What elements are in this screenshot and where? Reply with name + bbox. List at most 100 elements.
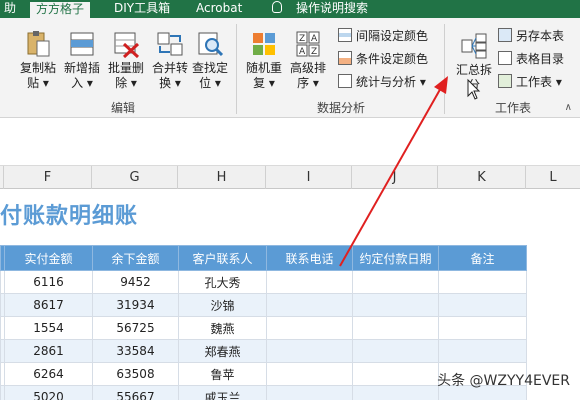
delete-grid-icon xyxy=(112,30,140,59)
table-cell[interactable]: 6264 xyxy=(4,362,93,386)
tab-fangfanggezi[interactable]: 方方格子 xyxy=(30,0,91,18)
worksheet-label: 工作表 ▾ xyxy=(516,75,562,89)
table-cell[interactable] xyxy=(438,293,527,317)
table-header-row: 实付金额 余下金额 客户联系人 联系电话 约定付款日期 备注 xyxy=(0,245,527,271)
table-cell[interactable] xyxy=(438,316,527,340)
table-directory-icon xyxy=(498,51,512,65)
merge-convert-label: 合并转 xyxy=(151,61,188,75)
table-cell[interactable] xyxy=(352,316,439,340)
table-row: 6116 9452 孔大秀 xyxy=(0,270,527,294)
table-row: 1554 56725 魏燕 xyxy=(0,316,527,340)
column-header[interactable]: L xyxy=(526,166,580,189)
table-cell[interactable]: 31934 xyxy=(92,293,179,317)
summary-split-button[interactable]: 汇总拆 分 xyxy=(452,32,496,93)
interval-color-label: 间隔设定颜色 xyxy=(356,29,429,43)
insert-button[interactable]: 新增插 入 ▾ xyxy=(60,30,104,91)
insert-label-2: 入 ▾ xyxy=(71,76,93,90)
tab-diy-toolbox[interactable]: DIY工具箱 xyxy=(114,0,170,18)
table-cell[interactable]: 孔大秀 xyxy=(178,270,267,294)
table-cell[interactable]: 沙锦 xyxy=(178,293,267,317)
table-cell[interactable]: 戚玉兰 xyxy=(178,385,267,400)
table-directory-label: 表格目录 xyxy=(516,52,565,66)
table-cell[interactable] xyxy=(266,362,353,386)
tab-search[interactable]: 操作说明搜索 xyxy=(296,0,368,18)
table-cell[interactable] xyxy=(352,270,439,294)
svg-text:Z: Z xyxy=(311,47,317,57)
table-cell[interactable] xyxy=(266,316,353,340)
condition-color-button[interactable]: 条件设定颜色 xyxy=(338,49,428,69)
table-cell[interactable] xyxy=(352,339,439,363)
tab-acrobat[interactable]: Acrobat xyxy=(196,0,242,18)
table-cell[interactable]: 6116 xyxy=(4,270,93,294)
edit-group-label: 编辑 xyxy=(110,101,135,115)
table-cell[interactable]: 1554 xyxy=(4,316,93,340)
sheet-title: 付账款明细账 xyxy=(0,204,139,229)
collapse-ribbon-icon[interactable]: ∧ xyxy=(565,102,572,113)
table-directory-button[interactable]: 表格目录 xyxy=(498,49,564,69)
batch-delete-button[interactable]: 批量删 除 ▾ xyxy=(104,30,148,91)
column-header[interactable]: I xyxy=(266,166,352,189)
table-cell[interactable]: 63508 xyxy=(92,362,179,386)
paste-icon xyxy=(24,30,52,58)
table-cell[interactable]: 56725 xyxy=(92,316,179,340)
random-repeat-label: 随机重 xyxy=(245,61,282,75)
table-header-cell[interactable]: 备注 xyxy=(438,245,527,271)
table-cell[interactable] xyxy=(266,270,353,294)
interval-color-icon xyxy=(338,28,352,42)
table-cell[interactable] xyxy=(352,362,439,386)
table-cell[interactable] xyxy=(266,339,353,363)
column-header[interactable]: J xyxy=(352,166,438,189)
random-repeat-button[interactable]: 随机重 复 ▾ xyxy=(242,30,286,91)
column-header[interactable]: K xyxy=(438,166,526,189)
column-header-row: F G H I J K L xyxy=(0,165,580,189)
find-locate-label: 查找定 xyxy=(191,61,228,75)
find-locate-button[interactable]: 查找定 位 ▾ xyxy=(188,30,232,91)
table-row: 8617 31934 沙锦 xyxy=(0,293,527,317)
table-cell[interactable] xyxy=(438,339,527,363)
merge-convert-button[interactable]: 合并转 换 ▾ xyxy=(148,30,192,91)
ribbon-separator xyxy=(444,24,445,114)
insert-label: 新增插 xyxy=(63,61,100,75)
table-cell[interactable] xyxy=(266,293,353,317)
statistics-analysis-button[interactable]: 统计与分析 ▾ xyxy=(338,72,426,92)
table-cell[interactable]: 2861 xyxy=(4,339,93,363)
save-sheet-button[interactable]: 另存本表 xyxy=(498,26,564,46)
table-header-cell[interactable]: 余下金额 xyxy=(92,245,179,271)
random-repeat-label-2: 复 ▾ xyxy=(253,76,275,90)
table-header-cell[interactable]: 实付金额 xyxy=(4,245,93,271)
table-cell[interactable]: 魏燕 xyxy=(178,316,267,340)
advanced-sort-label-2: 序 ▾ xyxy=(297,76,319,90)
table-cell[interactable] xyxy=(352,385,439,400)
worksheet-button[interactable]: 工作表 ▾ xyxy=(498,72,562,92)
column-header[interactable]: F xyxy=(4,166,92,189)
save-sheet-icon xyxy=(498,28,512,42)
summary-split-label: 汇总拆 xyxy=(455,63,492,77)
interval-color-button[interactable]: 间隔设定颜色 xyxy=(338,26,428,46)
table-cell[interactable]: 9452 xyxy=(92,270,179,294)
svg-text:Z: Z xyxy=(299,34,305,44)
table-header-cell[interactable]: 客户联系人 xyxy=(178,245,267,271)
table-cell[interactable]: 5020 xyxy=(4,385,93,400)
table-cell[interactable] xyxy=(266,385,353,400)
find-locate-label-2: 位 ▾ xyxy=(199,76,221,90)
sort-az-icon: ZAAZ xyxy=(294,30,322,58)
advanced-sort-button[interactable]: ZAAZ 高级排 序 ▾ xyxy=(286,30,330,91)
column-header[interactable]: H xyxy=(178,166,266,189)
condition-color-icon xyxy=(338,51,352,65)
table-row: 2861 33584 郑春燕 xyxy=(0,339,527,363)
table-header-cell[interactable]: 约定付款日期 xyxy=(352,245,439,271)
ribbon: 复制粘 贴 ▾ 新增插 入 ▾ 批量删 除 ▾ 合并转 换 ▾ 查找定 位 ▾ … xyxy=(0,18,580,118)
table-header-cell[interactable]: 联系电话 xyxy=(266,245,353,271)
column-header[interactable]: G xyxy=(92,166,178,189)
table-cell[interactable]: 33584 xyxy=(92,339,179,363)
table-cell[interactable]: 55667 xyxy=(92,385,179,400)
table-cell[interactable] xyxy=(352,293,439,317)
watermark: 头条 @WZYY4EVER xyxy=(437,373,570,389)
table-cell[interactable] xyxy=(438,270,527,294)
table-cell[interactable]: 鲁苹 xyxy=(178,362,267,386)
tab-help[interactable]: 助 xyxy=(4,0,16,18)
copy-paste-button[interactable]: 复制粘 贴 ▾ xyxy=(16,30,60,91)
advanced-sort-label: 高级排 xyxy=(289,61,326,75)
table-cell[interactable]: 8617 xyxy=(4,293,93,317)
table-cell[interactable]: 郑春燕 xyxy=(178,339,267,363)
